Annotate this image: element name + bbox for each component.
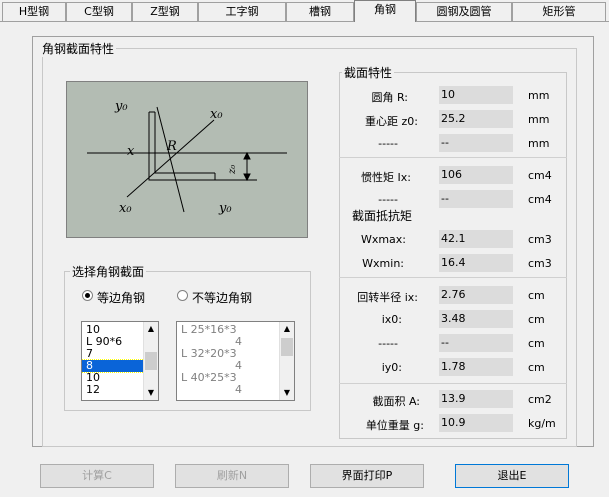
- tab-divider: [0, 21, 609, 22]
- radio-unequal-angle-label[interactable]: 不等边角钢: [192, 289, 252, 306]
- prop-value-wxmax: 42.1: [439, 230, 513, 248]
- prop-value-iy0: 1.78: [439, 358, 513, 376]
- prop-value-ix0: 3.48: [439, 310, 513, 328]
- prop-label-iy0: iy0:: [381, 361, 402, 374]
- radio-equal-angle-label[interactable]: 等边角钢: [97, 289, 145, 306]
- separator: [339, 383, 567, 384]
- tab-angle[interactable]: 角钢: [354, 0, 416, 22]
- tab-z-steel[interactable]: Z型钢: [132, 2, 198, 21]
- tab-rect-tube[interactable]: 矩形管: [512, 2, 606, 21]
- exit-button[interactable]: 退出E: [455, 464, 569, 488]
- prop-unit-weight: kg/m: [528, 417, 556, 430]
- prop-label-r: 圆角 R:: [371, 91, 408, 104]
- y0-axis-line: [156, 106, 185, 213]
- x0-axis-line: [126, 119, 215, 198]
- scroll-thumb[interactable]: [281, 338, 293, 356]
- prop-unit-iy0: cm: [528, 361, 545, 374]
- tab-c-steel[interactable]: C型钢: [66, 2, 132, 21]
- calc-button[interactable]: 计算C: [40, 464, 154, 488]
- refresh-button[interactable]: 刷新N: [175, 464, 289, 488]
- prop-value-z0: 25.2: [439, 110, 513, 128]
- prop-label-area: 截面积 A:: [372, 395, 420, 408]
- section-group-title: 角钢截面特性: [40, 40, 117, 57]
- label-x0-top: x₀: [210, 107, 223, 122]
- radio-unequal-angle[interactable]: [177, 290, 188, 301]
- prop-unit-wxmax: cm3: [528, 233, 552, 246]
- prop-value-weight: 10.9: [439, 414, 513, 432]
- prop-unit-blank3: cm: [528, 337, 545, 350]
- label-y0-top: y₀: [114, 99, 128, 114]
- prop-unit-area: cm2: [528, 393, 552, 406]
- scroll-thumb[interactable]: [145, 352, 157, 370]
- equal-angle-list[interactable]: 10 L 90*6 7 8 10 12 ▲ ▼: [81, 321, 159, 401]
- prop-unit-blank1: mm: [528, 137, 550, 150]
- angle-diagram: y₀ x₀ x R x₀ y₀ z₀: [66, 81, 308, 238]
- prop-label-weight: 单位重量 g:: [365, 419, 424, 432]
- prop-value-wxmin: 16.4: [439, 254, 513, 272]
- scroll-up-icon[interactable]: ▲: [144, 322, 158, 336]
- prop-value-blank1: --: [439, 134, 513, 152]
- tab-round[interactable]: 圆钢及圆管: [416, 2, 512, 21]
- prop-unit-ix-radius: cm: [528, 289, 545, 302]
- tab-h-steel[interactable]: H型钢: [2, 2, 66, 21]
- prop-label-blank3: -----: [378, 337, 398, 350]
- tab-i-beam[interactable]: 工字钢: [198, 2, 286, 21]
- tab-channel[interactable]: 槽钢: [286, 2, 354, 21]
- prop-value-ix-radius: 2.76: [439, 286, 513, 304]
- prop-label-ix-inertia: 惯性矩 Ix:: [361, 171, 411, 184]
- unequal-list-scrollbar[interactable]: ▲ ▼: [279, 322, 294, 400]
- select-group-title: 选择角钢截面: [70, 263, 147, 280]
- label-y0-bottom: y₀: [218, 201, 232, 216]
- prop-unit-ix0: cm: [528, 313, 545, 326]
- label-x-left: x: [127, 144, 135, 159]
- properties-title: 截面特性: [342, 64, 395, 81]
- label-R: R: [166, 139, 177, 154]
- prop-label-blank1: -----: [378, 137, 398, 150]
- prop-unit-wxmin: cm3: [528, 257, 552, 270]
- prop-label-ix-radius: 回转半径 ix:: [357, 291, 418, 304]
- prop-value-area: 13.9: [439, 390, 513, 408]
- scroll-up-icon[interactable]: ▲: [280, 322, 294, 336]
- prop-unit-z0: mm: [528, 113, 550, 126]
- equal-list-scrollbar[interactable]: ▲ ▼: [143, 322, 158, 400]
- print-button[interactable]: 界面打印P: [310, 464, 424, 488]
- tab-bar: H型钢 C型钢 Z型钢 工字钢 槽钢 角钢 圆钢及圆管 矩形管: [0, 0, 609, 22]
- prop-label-ix0: ix0:: [381, 313, 402, 326]
- unequal-angle-list[interactable]: L 25*16*3 4 L 32*20*3 4 L 40*25*3 4 ▲ ▼: [176, 321, 295, 401]
- prop-label-wxmax: Wxmax:: [360, 233, 406, 246]
- resist-title: 截面抵抗矩: [350, 207, 415, 224]
- scroll-down-icon[interactable]: ▼: [280, 386, 294, 400]
- label-z0: z₀: [227, 165, 238, 175]
- prop-label-wxmin: Wxmin:: [362, 257, 404, 270]
- separator: [339, 277, 567, 278]
- prop-label-z0: 重心距 z0:: [365, 115, 418, 128]
- prop-value-r: 10: [439, 86, 513, 104]
- radio-equal-angle[interactable]: [82, 290, 93, 301]
- separator: [339, 157, 567, 158]
- list-item[interactable]: 4: [177, 384, 294, 396]
- prop-unit-ix-inertia: cm4: [528, 169, 552, 182]
- prop-value-blank2: --: [439, 190, 513, 208]
- scroll-down-icon[interactable]: ▼: [144, 386, 158, 400]
- prop-label-blank2: -----: [378, 193, 398, 206]
- angle-outer: [148, 112, 215, 181]
- prop-unit-blank2: cm4: [528, 193, 552, 206]
- label-x0-bottom: x₀: [119, 201, 132, 216]
- prop-value-ix-inertia: 106: [439, 166, 513, 184]
- angle-section-drawing: y₀ x₀ x R x₀ y₀ z₀: [87, 99, 287, 216]
- prop-unit-r: mm: [528, 89, 550, 102]
- prop-value-blank3: --: [439, 334, 513, 352]
